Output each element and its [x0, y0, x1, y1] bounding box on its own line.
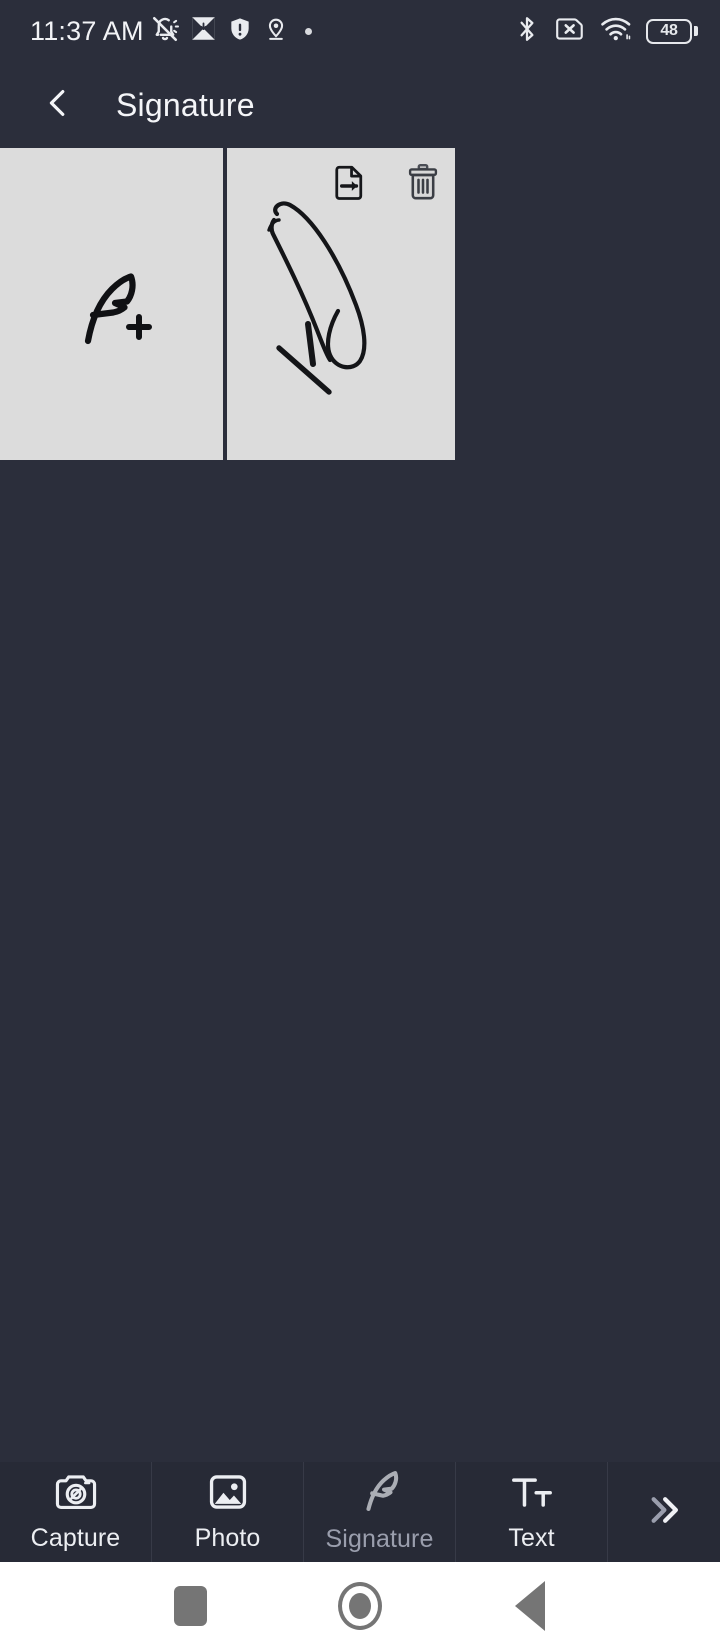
- trash-icon: [408, 163, 438, 200]
- circle-icon: [338, 1582, 382, 1630]
- feather-plus-icon: [66, 253, 158, 356]
- toolbar-label-capture: Capture: [30, 1524, 121, 1552]
- image-download-icon: [190, 15, 217, 47]
- camera-icon: [53, 1471, 99, 1518]
- signature-card[interactable]: [227, 148, 455, 460]
- bluetooth-icon: [514, 15, 540, 48]
- text-size-icon: [509, 1471, 555, 1518]
- signature-card-actions: [331, 162, 441, 202]
- bell-muted-icon: [150, 14, 180, 49]
- app-bar: Signature: [0, 62, 720, 148]
- shield-warning-icon: [227, 16, 253, 47]
- phone-screen: 11:37 AM 48 Signature Capture Photo Sign…: [0, 0, 720, 1650]
- battery-icon: 48: [646, 18, 698, 44]
- toolbar-label-text: Text: [508, 1524, 555, 1552]
- status-bar-clock: 11:37 AM: [30, 15, 144, 46]
- toolbar-more-button[interactable]: [608, 1462, 720, 1562]
- toolbar-item-photo[interactable]: Photo: [152, 1462, 304, 1562]
- location-pin-icon: [263, 16, 289, 47]
- nav-back-button[interactable]: [445, 1581, 615, 1631]
- page-title: Signature: [116, 86, 255, 123]
- toolbar-item-capture[interactable]: Capture: [0, 1462, 152, 1562]
- bottom-toolbar: Capture Photo Signature Text: [0, 1462, 720, 1562]
- image-icon: [205, 1471, 251, 1518]
- battery-level-label: 48: [646, 18, 692, 44]
- export-signature-button[interactable]: [331, 162, 369, 202]
- status-bar-notification-icons: [150, 14, 312, 49]
- wifi-icon: [600, 15, 632, 48]
- sim-card-missing-icon: [554, 16, 586, 47]
- android-nav-bar: [0, 1562, 720, 1650]
- status-bar: 11:37 AM 48: [0, 0, 720, 62]
- square-icon: [173, 1586, 207, 1626]
- signature-drawing: [233, 174, 423, 419]
- battery-tip: [694, 26, 698, 36]
- toolbar-label-signature: Signature: [325, 1525, 434, 1553]
- chevron-double-right-icon: [641, 1487, 687, 1538]
- chevron-left-icon: [40, 85, 76, 126]
- add-signature-card[interactable]: [0, 148, 223, 460]
- nav-recents-button[interactable]: [105, 1586, 275, 1626]
- toolbar-item-text[interactable]: Text: [456, 1462, 608, 1562]
- status-bar-system-icons: 48: [514, 15, 698, 48]
- document-export-icon: [335, 165, 363, 200]
- feather-icon: [359, 1470, 401, 1519]
- toolbar-label-photo: Photo: [194, 1524, 261, 1552]
- toolbar-item-signature[interactable]: Signature: [304, 1462, 456, 1562]
- signature-card-list: [0, 148, 720, 460]
- back-button[interactable]: [30, 77, 86, 133]
- nav-home-button[interactable]: [275, 1582, 445, 1630]
- dot-indicator-icon: [304, 27, 312, 35]
- delete-signature-button[interactable]: [405, 162, 441, 202]
- triangle-back-icon: [515, 1581, 545, 1631]
